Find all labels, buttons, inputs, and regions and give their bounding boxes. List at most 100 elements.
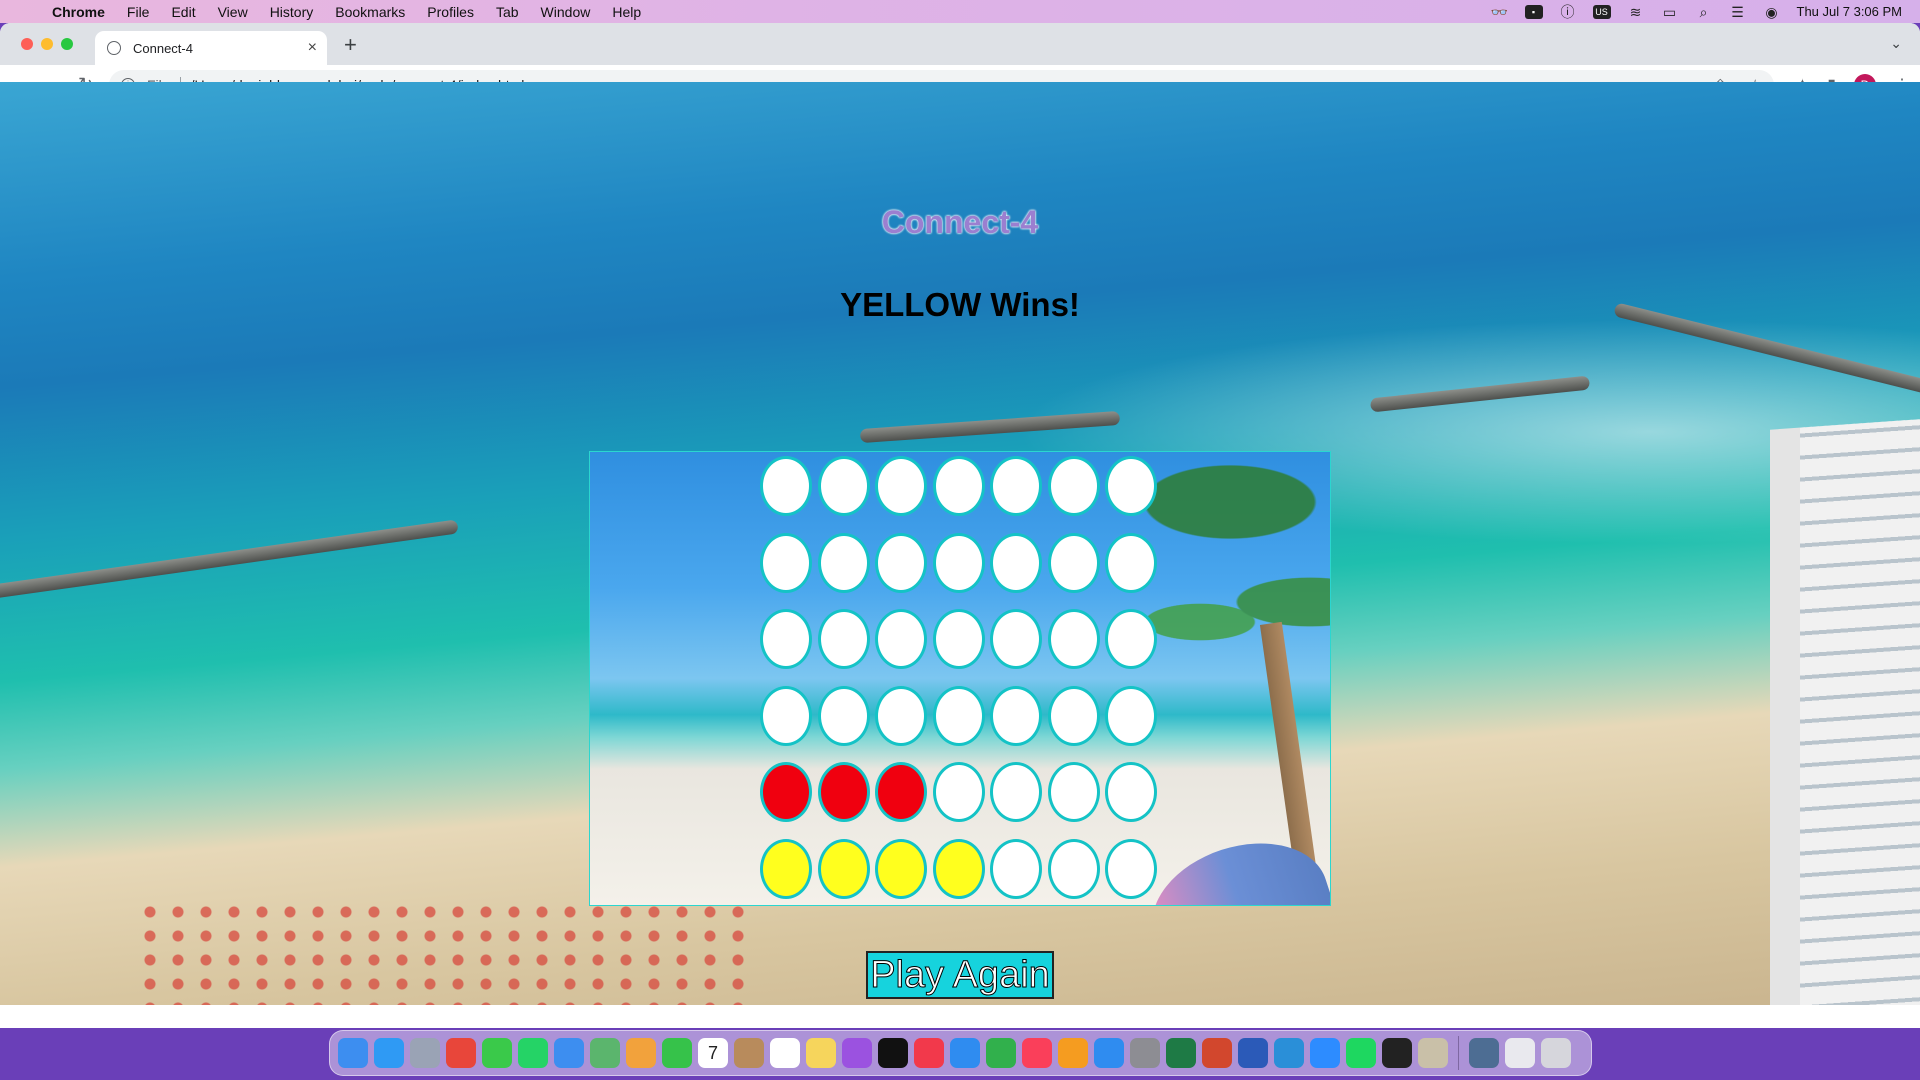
menu-view[interactable]: View: [218, 4, 248, 20]
board-cell-empty[interactable]: [875, 456, 927, 516]
facetime-icon[interactable]: [662, 1038, 692, 1068]
documents-icon[interactable]: [1505, 1038, 1535, 1068]
notes-icon[interactable]: [806, 1038, 836, 1068]
trash-icon[interactable]: [1541, 1038, 1571, 1068]
board-cell-empty[interactable]: [817, 609, 870, 669]
board-cell-empty[interactable]: [1047, 456, 1100, 516]
word-icon[interactable]: [1238, 1038, 1268, 1068]
camera-icon[interactable]: ▪: [1524, 4, 1543, 19]
board-cell-empty[interactable]: [760, 609, 812, 669]
board-cell-empty[interactable]: [760, 456, 812, 516]
info-icon[interactable]: ⓘ: [1559, 5, 1577, 19]
board-cell-empty[interactable]: [932, 456, 985, 516]
chrome-icon[interactable]: [446, 1038, 476, 1068]
news-icon[interactable]: [914, 1038, 944, 1068]
window-minimize-button[interactable]: [41, 38, 53, 50]
maps-icon[interactable]: [590, 1038, 620, 1068]
safari-icon[interactable]: [374, 1038, 404, 1068]
reminders-icon[interactable]: [770, 1038, 800, 1068]
board-cell-red[interactable]: [875, 762, 927, 822]
board-cell-empty[interactable]: [990, 838, 1042, 899]
board-cell-yellow[interactable]: [817, 838, 870, 899]
launchpad-icon[interactable]: [410, 1038, 440, 1068]
powerpoint-icon[interactable]: [1202, 1038, 1232, 1068]
board-cell-empty[interactable]: [932, 609, 985, 669]
board-cell-red[interactable]: [817, 762, 870, 822]
board-cell-empty[interactable]: [817, 456, 870, 516]
board-cell-empty[interactable]: [1047, 838, 1100, 899]
menu-window[interactable]: Window: [541, 4, 591, 20]
menu-edit[interactable]: Edit: [171, 4, 195, 20]
board-cell-empty[interactable]: [990, 532, 1042, 593]
board-cell-red[interactable]: [760, 762, 812, 822]
board-cell-empty[interactable]: [875, 609, 927, 669]
board-cell-empty[interactable]: [1105, 838, 1157, 899]
board-cell-empty[interactable]: [990, 456, 1042, 516]
menu-history[interactable]: History: [270, 4, 314, 20]
system-preferences-icon[interactable]: [1130, 1038, 1160, 1068]
board-cell-empty[interactable]: [932, 532, 985, 593]
window-zoom-button[interactable]: [61, 38, 73, 50]
menu-clock[interactable]: Thu Jul 7 3:06 PM: [1797, 4, 1903, 19]
board-cell-empty[interactable]: [875, 532, 927, 593]
numbers-icon[interactable]: [986, 1038, 1016, 1068]
input-source-icon[interactable]: US: [1592, 4, 1611, 19]
board-cell-empty[interactable]: [760, 685, 812, 746]
keynote-icon[interactable]: [950, 1038, 980, 1068]
board-cell-yellow[interactable]: [760, 838, 812, 899]
board-cell-empty[interactable]: [990, 762, 1042, 822]
board-cell-empty[interactable]: [760, 532, 812, 593]
board-cell-empty[interactable]: [817, 685, 870, 746]
board-cell-empty[interactable]: [875, 685, 927, 746]
podcasts-icon[interactable]: [842, 1038, 872, 1068]
contacts-icon[interactable]: [734, 1038, 764, 1068]
mail-icon[interactable]: [554, 1038, 584, 1068]
menu-file[interactable]: File: [127, 4, 150, 20]
board-cell-empty[interactable]: [1047, 532, 1100, 593]
messages-icon[interactable]: [482, 1038, 512, 1068]
board-cell-empty[interactable]: [1105, 762, 1157, 822]
excel-icon[interactable]: [1166, 1038, 1196, 1068]
board-cell-empty[interactable]: [1105, 609, 1157, 669]
vscode-icon[interactable]: [1274, 1038, 1304, 1068]
tab-close-icon[interactable]: ×: [308, 39, 317, 57]
window-close-button[interactable]: [21, 38, 33, 50]
board-cell-empty[interactable]: [1047, 609, 1100, 669]
board-cell-empty[interactable]: [1105, 456, 1157, 516]
board-cell-empty[interactable]: [932, 762, 985, 822]
glasses-icon[interactable]: 👓: [1491, 5, 1509, 19]
terminal-icon[interactable]: [1382, 1038, 1412, 1068]
tab-search-chevron-icon[interactable]: ⌄: [1890, 35, 1902, 52]
board-cell-empty[interactable]: [1047, 685, 1100, 746]
whatsapp-icon[interactable]: [518, 1038, 548, 1068]
music-icon[interactable]: [1022, 1038, 1052, 1068]
calendar-icon[interactable]: 7: [698, 1038, 728, 1068]
spotify-icon[interactable]: [1346, 1038, 1376, 1068]
downloads-icon[interactable]: [1469, 1038, 1499, 1068]
menu-bookmarks[interactable]: Bookmarks: [335, 4, 405, 20]
wifi-icon[interactable]: ≋: [1627, 5, 1645, 19]
play-again-button[interactable]: Play Again: [866, 951, 1054, 999]
menu-app-name[interactable]: Chrome: [52, 4, 105, 20]
board-cell-yellow[interactable]: [932, 838, 985, 899]
board-cell-empty[interactable]: [817, 532, 870, 593]
board-cell-empty[interactable]: [1047, 762, 1100, 822]
board-cell-yellow[interactable]: [875, 838, 927, 899]
board-cell-empty[interactable]: [932, 685, 985, 746]
board-cell-empty[interactable]: [1105, 685, 1157, 746]
app-store-icon[interactable]: [1094, 1038, 1124, 1068]
menu-help[interactable]: Help: [612, 4, 641, 20]
pages-icon[interactable]: [1058, 1038, 1088, 1068]
photos-icon[interactable]: [626, 1038, 656, 1068]
board-cell-empty[interactable]: [990, 685, 1042, 746]
board-cell-empty[interactable]: [990, 609, 1042, 669]
menu-profiles[interactable]: Profiles: [427, 4, 474, 20]
pen-icon[interactable]: [1418, 1038, 1448, 1068]
zoom-icon[interactable]: [1310, 1038, 1340, 1068]
control-center-icon[interactable]: ☰: [1729, 5, 1747, 19]
menu-tab[interactable]: Tab: [496, 4, 519, 20]
siri-icon[interactable]: ◉: [1763, 5, 1781, 19]
apple-tv-icon[interactable]: [878, 1038, 908, 1068]
battery-icon[interactable]: ▭: [1661, 5, 1679, 19]
finder-icon[interactable]: [338, 1038, 368, 1068]
